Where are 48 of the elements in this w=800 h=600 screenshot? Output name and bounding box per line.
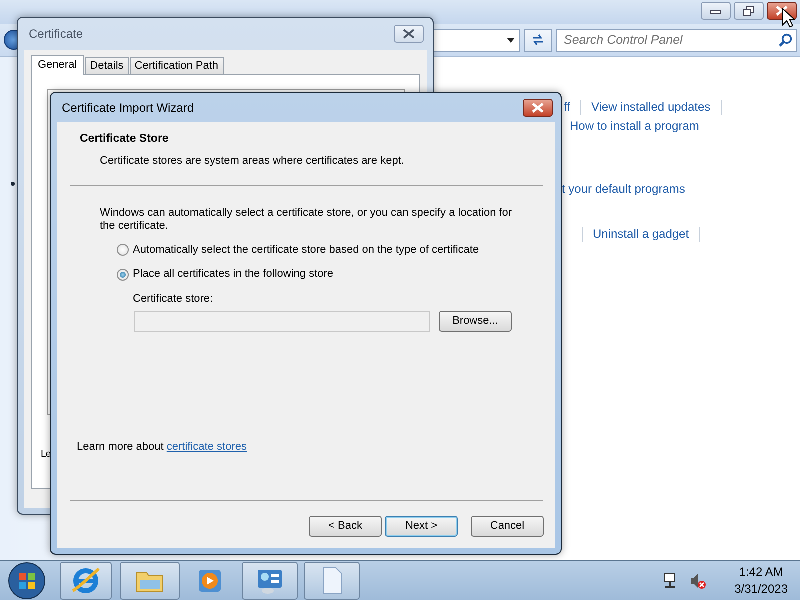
close-button[interactable]	[523, 98, 553, 116]
close-icon	[776, 6, 788, 16]
control-panel-link[interactable]: How to install a program	[570, 117, 700, 135]
close-icon	[532, 102, 544, 112]
taskbar-button[interactable]	[304, 562, 360, 600]
taskbar-button[interactable]	[120, 562, 180, 600]
refresh-button[interactable]	[524, 28, 552, 52]
field-label: Certificate store:	[133, 292, 214, 307]
section-description: Certificate stores are system areas where certificates are kept.	[99, 154, 406, 170]
radio-button[interactable]	[117, 268, 129, 280]
refresh-icon	[531, 33, 545, 47]
wizard-button[interactable]: Cancel	[471, 516, 544, 537]
control-panel-link[interactable]: Uninstall a gadget	[593, 225, 690, 243]
radio-label[interactable]: Automatically select the certificate store based on the type of certificate	[133, 242, 480, 258]
control-panel-link[interactable]: t your default programs	[562, 180, 686, 198]
cursor-icon	[782, 8, 796, 29]
minimize-button[interactable]	[701, 2, 731, 20]
tab[interactable]: Certification Path	[130, 57, 224, 74]
certificate-stores-link[interactable]: certificate stores	[166, 440, 247, 452]
browse-button[interactable]: Browse...	[439, 311, 512, 332]
section-heading: Certificate Store	[80, 132, 170, 147]
learn-more-text: Learn more about certificate stores	[77, 440, 248, 454]
close-button[interactable]	[394, 25, 424, 43]
start-button[interactable]	[8, 562, 46, 600]
restore-icon	[743, 6, 755, 16]
restore-button[interactable]	[734, 2, 764, 20]
window-title: Certificate Import Wizard	[62, 100, 194, 116]
muted-volume-icon[interactable]	[688, 572, 707, 590]
dropdown-arrow-icon	[507, 38, 515, 42]
window-title: Certificate	[29, 26, 84, 43]
close-icon	[403, 29, 415, 39]
taskbar-button[interactable]	[60, 562, 112, 600]
clock-time: 1:42 AM	[739, 564, 784, 580]
search-box[interactable]: Search Control Panel	[556, 28, 797, 52]
tab[interactable]: Details	[85, 57, 129, 74]
wizard-button[interactable]: < Back	[309, 516, 382, 537]
control-panel-link[interactable]: ff	[564, 98, 570, 116]
clock-date: 3/31/2023	[734, 580, 788, 598]
radio-button[interactable]	[117, 244, 129, 256]
control-panel-link[interactable]: View installed updates	[591, 98, 711, 116]
search-icon	[779, 33, 792, 47]
tab[interactable]: General	[31, 55, 84, 75]
intro-text: Windows can automatically select a certificate store, or you can specify a location for the certificate.	[100, 206, 514, 233]
clock[interactable]: 1:42 AM 3/31/2023	[734, 564, 788, 598]
radio-label[interactable]: Place all certificates in the following store	[133, 266, 334, 283]
taskbar-button[interactable]	[242, 562, 298, 600]
bullet-icon	[11, 182, 15, 186]
wizard-button[interactable]: Next >	[385, 516, 458, 537]
